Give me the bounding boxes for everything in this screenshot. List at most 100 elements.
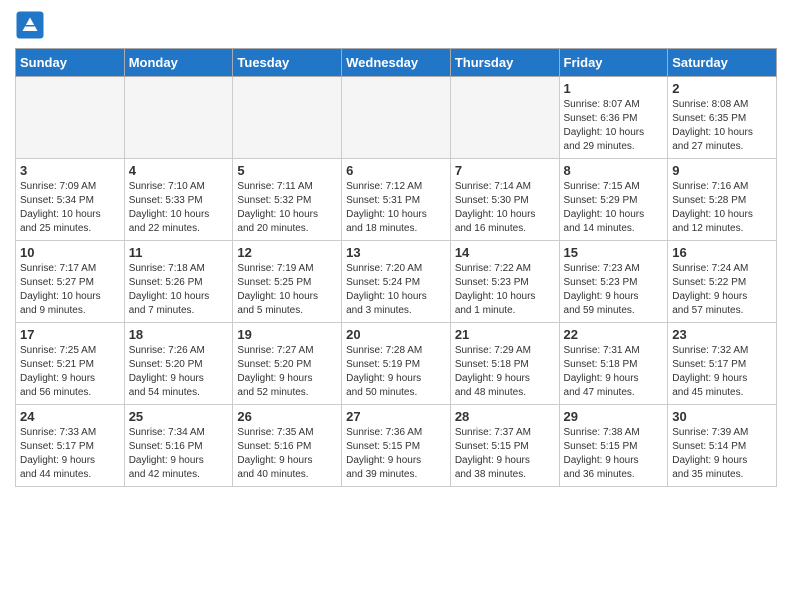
calendar-cell: 19Sunrise: 7:27 AM Sunset: 5:20 PM Dayli… [233, 323, 342, 405]
calendar-cell: 30Sunrise: 7:39 AM Sunset: 5:14 PM Dayli… [668, 405, 777, 487]
calendar-cell: 13 Sunrise: 7:20 AM Sunset: 5:24 PM Dayli… [342, 241, 451, 323]
calendar-cell: 17 Sunrise: 7:25 AM Sunset: 5:21 PM Dayli… [16, 323, 125, 405]
day-info: Sunrise: 7:20 AM Sunset: 5:24 PM Dayligh… [346, 262, 446, 318]
day-number: 28 [455, 409, 555, 424]
calendar-cell: 25 Sunrise: 7:34 AM Sunset: 5:16 PM Dayli… [124, 405, 233, 487]
day-info: Sunrise: 7:18 AM Sunset: 5:26 PM Dayligh… [129, 262, 229, 318]
day-number: 21 [455, 327, 555, 342]
calendar-cell: 23 Sunrise: 7:32 AM Sunset: 5:17 PM Dayli… [668, 323, 777, 405]
day-header-tuesday: Tuesday [233, 49, 342, 77]
day-number: 20 [346, 327, 446, 342]
day-header-saturday: Saturday [668, 49, 777, 77]
day-number: 9 [672, 163, 772, 178]
day-info: Sunrise: 7:39 AM Sunset: 5:14 PM Dayligh… [672, 426, 772, 482]
day-info: Sunrise: 7:34 AM Sunset: 5:16 PM Dayligh… [129, 426, 229, 482]
calendar-cell: 8 Sunrise: 7:15 AM Sunset: 5:29 PM Daylig… [559, 159, 668, 241]
week-row-5: 24Sunrise: 7:33 AM Sunset: 5:17 PM Dayli… [16, 405, 777, 487]
day-number: 23 [672, 327, 772, 342]
calendar-cell: 20 Sunrise: 7:28 AM Sunset: 5:19 PM Dayli… [342, 323, 451, 405]
day-info: Sunrise: 7:23 AM Sunset: 5:23 PM Dayligh… [564, 262, 664, 318]
calendar-cell: 18 Sunrise: 7:26 AM Sunset: 5:20 PM Dayli… [124, 323, 233, 405]
day-info: Sunrise: 8:07 AM Sunset: 6:36 PM Dayligh… [564, 98, 664, 154]
day-info: Sunrise: 7:32 AM Sunset: 5:17 PM Dayligh… [672, 344, 772, 400]
day-number: 13 [346, 245, 446, 260]
day-number: 18 [129, 327, 229, 342]
week-row-4: 17 Sunrise: 7:25 AM Sunset: 5:21 PM Dayli… [16, 323, 777, 405]
calendar-cell: 26 Sunrise: 7:35 AM Sunset: 5:16 PM Dayli… [233, 405, 342, 487]
calendar-cell: 7 Sunrise: 7:14 AM Sunset: 5:30 PM Daylig… [450, 159, 559, 241]
day-info: Sunrise: 7:22 AM Sunset: 5:23 PM Dayligh… [455, 262, 555, 318]
day-info: Sunrise: 7:15 AM Sunset: 5:29 PM Dayligh… [564, 180, 664, 236]
day-info: Sunrise: 7:26 AM Sunset: 5:20 PM Dayligh… [129, 344, 229, 400]
day-number: 12 [237, 245, 337, 260]
day-info: Sunrise: 7:25 AM Sunset: 5:21 PM Dayligh… [20, 344, 120, 400]
day-header-sunday: Sunday [16, 49, 125, 77]
calendar-table: SundayMondayTuesdayWednesdayThursdayFrid… [15, 48, 777, 487]
page-header [15, 10, 777, 40]
calendar-cell: 2 Sunrise: 8:08 AM Sunset: 6:35 PM Daylig… [668, 77, 777, 159]
calendar-cell: 22 Sunrise: 7:31 AM Sunset: 5:18 PM Dayli… [559, 323, 668, 405]
day-info: Sunrise: 7:24 AM Sunset: 5:22 PM Dayligh… [672, 262, 772, 318]
day-number: 8 [564, 163, 664, 178]
day-info: Sunrise: 7:37 AM Sunset: 5:15 PM Dayligh… [455, 426, 555, 482]
day-info: Sunrise: 7:16 AM Sunset: 5:28 PM Dayligh… [672, 180, 772, 236]
day-info: Sunrise: 7:09 AM Sunset: 5:34 PM Dayligh… [20, 180, 120, 236]
calendar-cell [233, 77, 342, 159]
day-number: 14 [455, 245, 555, 260]
day-number: 25 [129, 409, 229, 424]
calendar-cell: 10 Sunrise: 7:17 AM Sunset: 5:27 PM Dayli… [16, 241, 125, 323]
calendar-cell: 11 Sunrise: 7:18 AM Sunset: 5:26 PM Dayli… [124, 241, 233, 323]
day-header-thursday: Thursday [450, 49, 559, 77]
day-number: 7 [455, 163, 555, 178]
day-number: 15 [564, 245, 664, 260]
day-number: 1 [564, 81, 664, 96]
calendar-cell [124, 77, 233, 159]
day-info: Sunrise: 7:31 AM Sunset: 5:18 PM Dayligh… [564, 344, 664, 400]
day-number: 29 [564, 409, 664, 424]
day-number: 10 [20, 245, 120, 260]
day-info: Sunrise: 7:29 AM Sunset: 5:18 PM Dayligh… [455, 344, 555, 400]
calendar-cell: 15 Sunrise: 7:23 AM Sunset: 5:23 PM Dayli… [559, 241, 668, 323]
day-number: 3 [20, 163, 120, 178]
day-info: Sunrise: 7:14 AM Sunset: 5:30 PM Dayligh… [455, 180, 555, 236]
day-info: Sunrise: 7:17 AM Sunset: 5:27 PM Dayligh… [20, 262, 120, 318]
day-info: Sunrise: 7:10 AM Sunset: 5:33 PM Dayligh… [129, 180, 229, 236]
day-number: 6 [346, 163, 446, 178]
day-info: Sunrise: 7:12 AM Sunset: 5:31 PM Dayligh… [346, 180, 446, 236]
day-info: Sunrise: 7:33 AM Sunset: 5:17 PM Dayligh… [20, 426, 120, 482]
day-header-friday: Friday [559, 49, 668, 77]
day-number: 16 [672, 245, 772, 260]
day-number: 26 [237, 409, 337, 424]
calendar-cell: 29 Sunrise: 7:38 AM Sunset: 5:15 PM Dayli… [559, 405, 668, 487]
day-info: Sunrise: 7:28 AM Sunset: 5:19 PM Dayligh… [346, 344, 446, 400]
day-info: Sunrise: 7:38 AM Sunset: 5:15 PM Dayligh… [564, 426, 664, 482]
calendar-cell: 5Sunrise: 7:11 AM Sunset: 5:32 PM Daylig… [233, 159, 342, 241]
day-number: 22 [564, 327, 664, 342]
day-info: Sunrise: 8:08 AM Sunset: 6:35 PM Dayligh… [672, 98, 772, 154]
day-number: 27 [346, 409, 446, 424]
day-number: 4 [129, 163, 229, 178]
calendar-cell: 14 Sunrise: 7:22 AM Sunset: 5:23 PM Dayli… [450, 241, 559, 323]
week-row-3: 10 Sunrise: 7:17 AM Sunset: 5:27 PM Dayli… [16, 241, 777, 323]
calendar-cell: 4 Sunrise: 7:10 AM Sunset: 5:33 PM Daylig… [124, 159, 233, 241]
calendar-cell [342, 77, 451, 159]
day-info: Sunrise: 7:19 AM Sunset: 5:25 PM Dayligh… [237, 262, 337, 318]
calendar-cell: 21 Sunrise: 7:29 AM Sunset: 5:18 PM Dayli… [450, 323, 559, 405]
header-row: SundayMondayTuesdayWednesdayThursdayFrid… [16, 49, 777, 77]
day-info: Sunrise: 7:36 AM Sunset: 5:15 PM Dayligh… [346, 426, 446, 482]
day-info: Sunrise: 7:11 AM Sunset: 5:32 PM Dayligh… [237, 180, 337, 236]
calendar-cell: 3 Sunrise: 7:09 AM Sunset: 5:34 PM Daylig… [16, 159, 125, 241]
logo [15, 10, 47, 40]
calendar-cell: 12 Sunrise: 7:19 AM Sunset: 5:25 PM Dayli… [233, 241, 342, 323]
calendar-cell: 6 Sunrise: 7:12 AM Sunset: 5:31 PM Daylig… [342, 159, 451, 241]
day-number: 2 [672, 81, 772, 96]
calendar-cell: 27 Sunrise: 7:36 AM Sunset: 5:15 PM Dayli… [342, 405, 451, 487]
calendar-cell [450, 77, 559, 159]
day-info: Sunrise: 7:35 AM Sunset: 5:16 PM Dayligh… [237, 426, 337, 482]
day-number: 17 [20, 327, 120, 342]
calendar-cell: 9 Sunrise: 7:16 AM Sunset: 5:28 PM Daylig… [668, 159, 777, 241]
week-row-1: 1 Sunrise: 8:07 AM Sunset: 6:36 PM Daylig… [16, 77, 777, 159]
calendar-cell: 24Sunrise: 7:33 AM Sunset: 5:17 PM Dayli… [16, 405, 125, 487]
day-number: 11 [129, 245, 229, 260]
week-row-2: 3 Sunrise: 7:09 AM Sunset: 5:34 PM Daylig… [16, 159, 777, 241]
